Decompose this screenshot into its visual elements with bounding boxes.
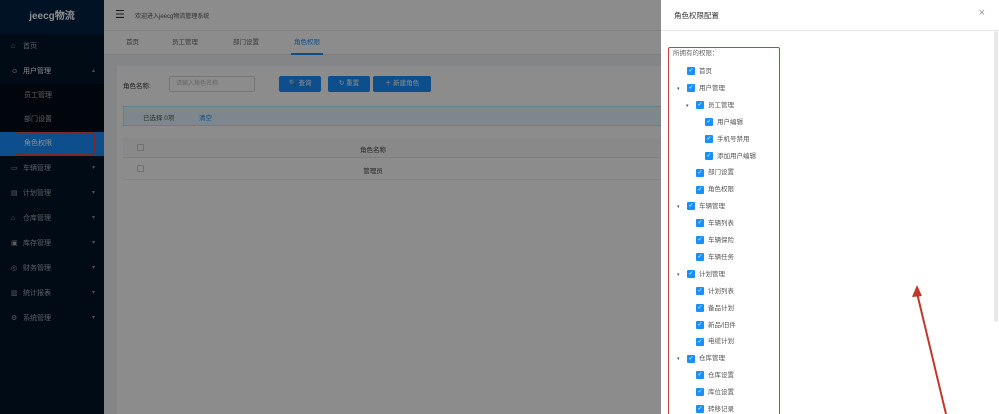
- checkbox-checked-icon[interactable]: ✓: [687, 67, 695, 76]
- permission-node[interactable]: ✓ 新品/旧件: [696, 320, 736, 331]
- permission-node[interactable]: ✓ 添加用户编辑: [705, 151, 756, 162]
- permission-node-label: 仓库管理: [699, 355, 725, 363]
- permission-node-label: 仓库设置: [708, 372, 734, 380]
- modal-overlay[interactable]: [0, 0, 661, 414]
- permission-node[interactable]: ✓ 车辆列表: [696, 219, 734, 229]
- permission-node[interactable]: ✓ 用户编辑: [705, 117, 743, 128]
- permission-node-label: 角色权限: [708, 186, 734, 194]
- checkbox-checked-icon[interactable]: ✓: [687, 270, 695, 279]
- permission-node-label: 首页: [699, 68, 712, 75]
- checkbox-checked-icon[interactable]: ✓: [696, 168, 704, 177]
- permission-node[interactable]: ✓ 首页: [687, 67, 712, 77]
- permission-node-label: 计划管理: [699, 270, 725, 278]
- close-icon[interactable]: ×: [979, 7, 985, 19]
- checkbox-checked-icon[interactable]: ✓: [696, 236, 704, 245]
- checkbox-checked-icon[interactable]: ✓: [696, 405, 704, 414]
- drawer-title: 角色权限配置: [674, 11, 719, 20]
- permission-node-label: 添加用户编辑: [717, 152, 756, 160]
- checkbox-checked-icon[interactable]: ✓: [696, 185, 704, 194]
- permission-node[interactable]: ✓ 车辆保险: [696, 236, 734, 246]
- permission-node-label: 车辆管理: [699, 203, 725, 211]
- tree-toggle-icon[interactable]: ▾: [677, 270, 680, 280]
- permission-node[interactable]: ▾ ✓ 员工管理: [686, 101, 734, 111]
- checkbox-checked-icon[interactable]: ✓: [696, 337, 704, 346]
- tree-toggle-icon[interactable]: ▾: [677, 354, 680, 364]
- checkbox-checked-icon[interactable]: ✓: [705, 117, 713, 126]
- permission-node[interactable]: ✓ 库位设置: [696, 388, 734, 398]
- permission-node[interactable]: ▾ ✓ 用户管理: [677, 84, 725, 94]
- annotation-arrow-icon: [912, 285, 947, 414]
- permission-node[interactable]: ✓ 车辆任务: [696, 253, 734, 263]
- permission-node[interactable]: ✓ 仓库设置: [696, 371, 734, 381]
- permission-node-label: 用户管理: [699, 84, 725, 92]
- checkbox-checked-icon[interactable]: ✓: [687, 84, 695, 93]
- permission-node-label: 计划列表: [708, 287, 734, 295]
- tree-toggle-icon[interactable]: ▾: [686, 101, 689, 111]
- checkbox-checked-icon[interactable]: ✓: [696, 371, 704, 380]
- permission-node[interactable]: ✓ 电缆计划: [696, 337, 734, 347]
- permission-node-label: 车辆任务: [708, 253, 734, 261]
- permission-node-label: 手机号禁用: [717, 135, 750, 143]
- permission-node-label: 备品计划: [708, 304, 734, 312]
- checkbox-checked-icon[interactable]: ✓: [705, 151, 713, 160]
- permission-node[interactable]: ✓ 备品计划: [696, 303, 734, 314]
- permission-node-label: 车辆列表: [708, 220, 734, 228]
- checkbox-checked-icon[interactable]: ✓: [705, 134, 713, 143]
- checkbox-checked-icon[interactable]: ✓: [687, 354, 695, 363]
- permission-node-label: 新品/旧件: [708, 321, 736, 329]
- drawer-header: 角色权限配置 ×: [661, 0, 999, 31]
- permission-node-label: 库位设置: [708, 389, 734, 397]
- checkbox-checked-icon[interactable]: ✓: [696, 101, 704, 110]
- permission-node[interactable]: ✓ 计划列表: [696, 286, 734, 297]
- permission-node-label: 部门设置: [708, 169, 734, 177]
- permission-node[interactable]: ▾ ✓ 车辆管理: [677, 202, 725, 212]
- permission-node-label: 用户编辑: [717, 118, 743, 126]
- checkbox-checked-icon[interactable]: ✓: [687, 202, 695, 211]
- permission-node[interactable]: ✓ 手机号禁用: [705, 134, 750, 145]
- checkbox-checked-icon[interactable]: ✓: [696, 286, 704, 295]
- permission-node-label: 员工管理: [708, 101, 734, 109]
- permission-node[interactable]: ✓ 部门设置: [696, 168, 734, 178]
- drawer-scrollbar[interactable]: [994, 31, 998, 322]
- permission-node[interactable]: ✓ 角色权限: [696, 185, 734, 195]
- permission-node[interactable]: ▾ ✓ 计划管理: [677, 270, 725, 280]
- checkbox-checked-icon[interactable]: ✓: [696, 388, 704, 397]
- permission-node-label: 车辆保险: [708, 237, 734, 244]
- checkbox-checked-icon[interactable]: ✓: [696, 219, 704, 228]
- permission-node[interactable]: ✓ 转移记录: [696, 405, 734, 414]
- checkbox-checked-icon[interactable]: ✓: [696, 253, 704, 262]
- permission-node-label: 电缆计划: [708, 338, 734, 346]
- checkbox-checked-icon[interactable]: ✓: [696, 303, 704, 312]
- permission-node-label: 转移记录: [708, 406, 734, 413]
- permission-node[interactable]: ▾ ✓ 仓库管理: [677, 354, 725, 364]
- checkbox-checked-icon[interactable]: ✓: [696, 320, 704, 329]
- tree-toggle-icon[interactable]: ▾: [677, 84, 680, 94]
- tree-toggle-icon[interactable]: ▾: [677, 202, 680, 212]
